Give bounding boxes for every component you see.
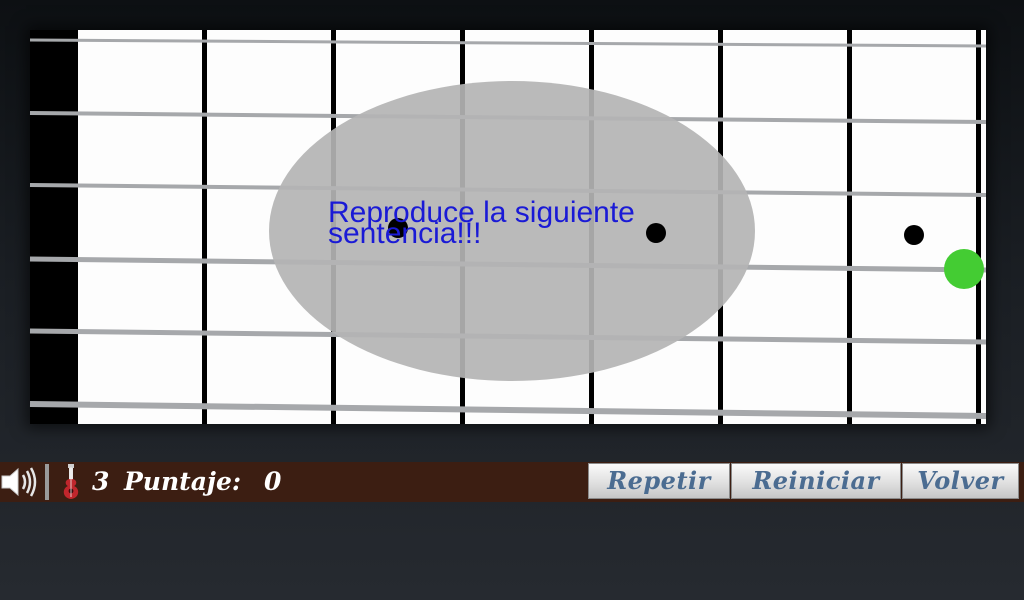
speaker-icon[interactable] bbox=[0, 462, 42, 502]
lives-count: 3 bbox=[92, 467, 110, 496]
string-1 bbox=[29, 38, 987, 48]
score-value: 0 bbox=[264, 467, 282, 496]
restart-button[interactable]: Reiniciar bbox=[731, 463, 901, 499]
back-button[interactable]: Volver bbox=[902, 463, 1019, 499]
score-label: Puntaje: bbox=[124, 467, 242, 496]
target-note-marker[interactable] bbox=[944, 249, 984, 289]
repeat-button[interactable]: Repetir bbox=[588, 463, 730, 499]
status-bar: 3 Puntaje: 0 Repetir Reiniciar Volver bbox=[0, 462, 1024, 502]
prompt-text: Reproduce la siguiente sentencia!!! bbox=[328, 196, 635, 250]
string-6 bbox=[29, 401, 987, 419]
finger-position-dot bbox=[904, 225, 924, 245]
divider bbox=[45, 464, 49, 500]
guitar-icon bbox=[58, 464, 84, 500]
